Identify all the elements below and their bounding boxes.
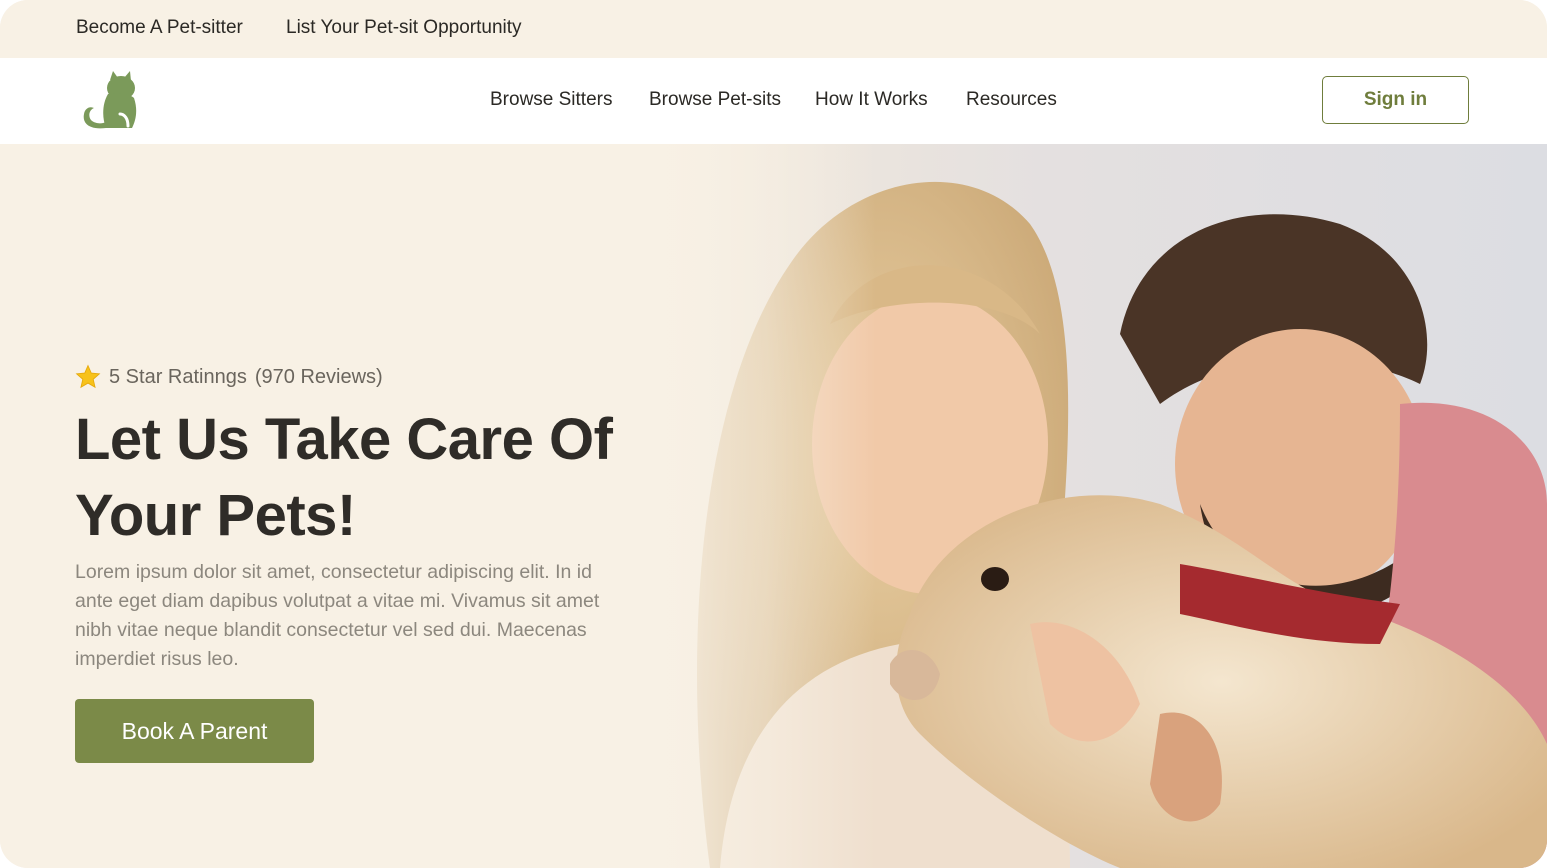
- sign-in-button[interactable]: Sign in: [1322, 76, 1469, 124]
- top-utility-bar: Become A Pet-sitter List Your Pet-sit Op…: [0, 0, 1547, 58]
- rating-summary: 5 Star Ratinngs (970 Reviews): [75, 364, 383, 390]
- headline-line-2: Your Pets!: [75, 483, 356, 548]
- hero-description: Lorem ipsum dolor sit amet, consectetur …: [75, 561, 600, 670]
- page: Become A Pet-sitter List Your Pet-sit Op…: [0, 0, 1547, 868]
- nav-resources[interactable]: Resources: [966, 89, 1057, 111]
- hero-headline: Let Us Take Care Of Your Pets!: [75, 402, 655, 554]
- cat-logo-icon[interactable]: [80, 70, 144, 132]
- hero-section: 5 Star Ratinngs (970 Reviews) Let Us Tak…: [0, 144, 1547, 868]
- nav-browse-pet-sits[interactable]: Browse Pet-sits: [649, 89, 781, 111]
- become-pet-sitter-link[interactable]: Become A Pet-sitter: [76, 17, 243, 39]
- rating-text: 5 Star Ratinngs: [109, 365, 247, 388]
- star-icon: [75, 364, 101, 389]
- nav-how-it-works[interactable]: How It Works: [815, 89, 928, 111]
- headline-line-1: Let Us Take Care Of: [75, 407, 613, 472]
- main-navigation: Browse Sitters Browse Pet-sits How It Wo…: [0, 58, 1547, 144]
- reviews-count: (970 Reviews): [254, 365, 383, 388]
- couple-hugging-dog-photo: [640, 144, 1547, 868]
- book-a-parent-button[interactable]: Book A Parent: [75, 699, 314, 763]
- list-opportunity-link[interactable]: List Your Pet-sit Opportunity: [286, 17, 522, 39]
- nav-browse-sitters[interactable]: Browse Sitters: [490, 89, 612, 111]
